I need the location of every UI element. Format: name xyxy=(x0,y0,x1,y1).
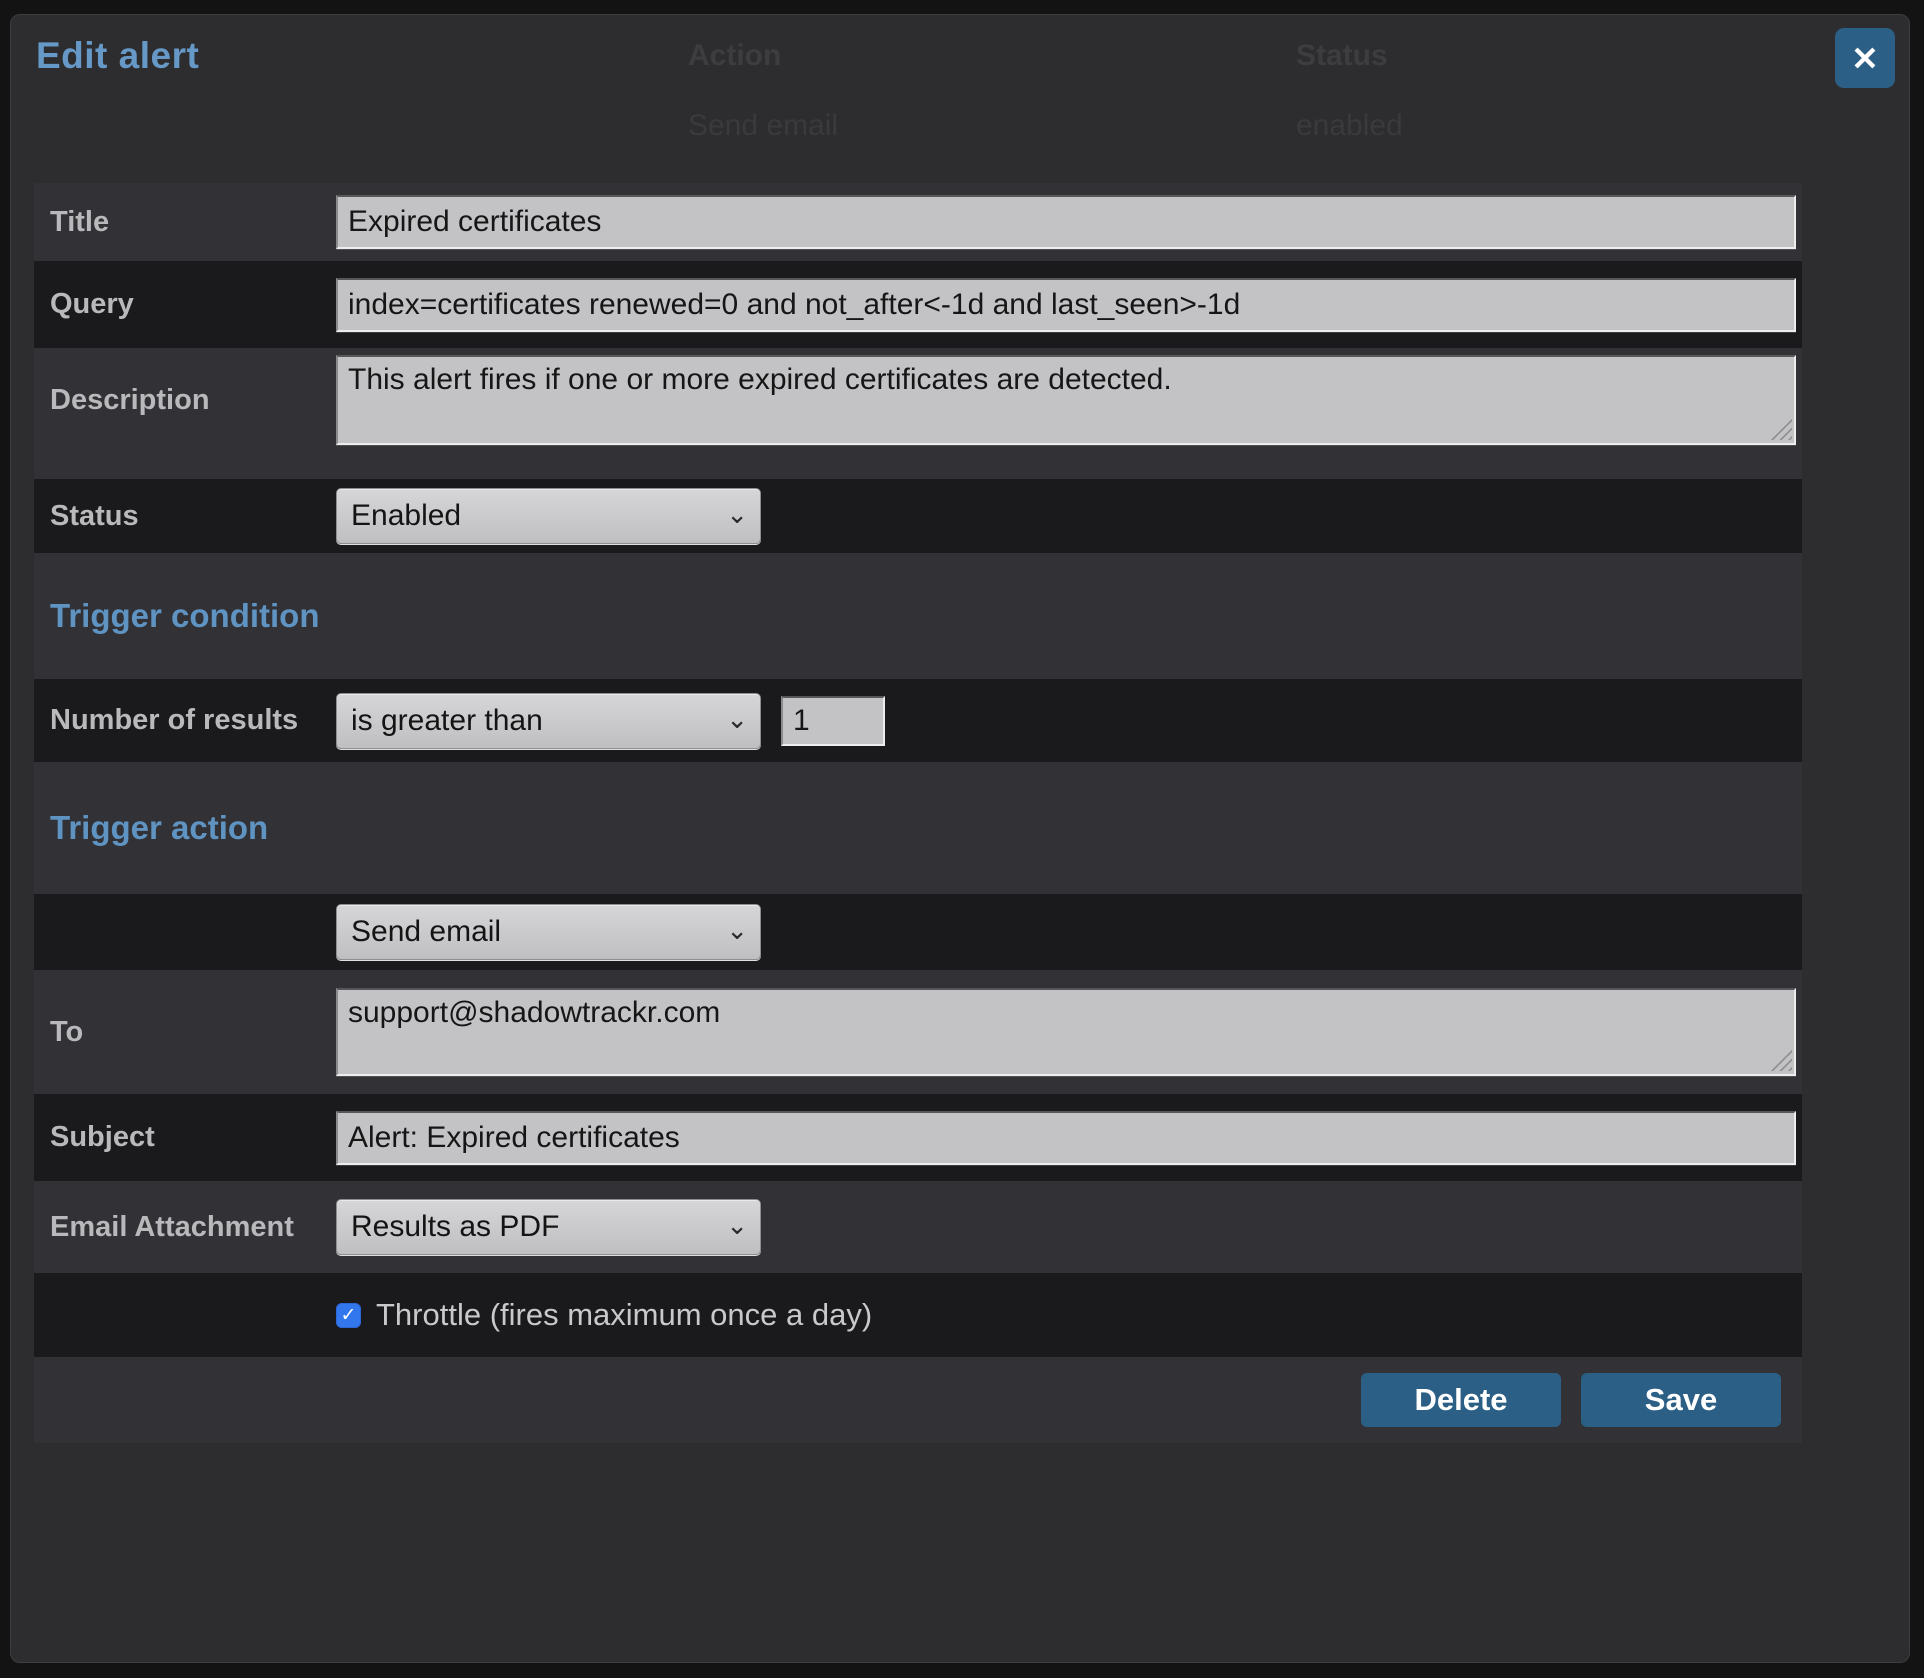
to-label: To xyxy=(34,1016,336,1049)
checkmark-icon: ✓ xyxy=(341,1304,357,1327)
description-row: Description This alert fires if one or m… xyxy=(34,348,1802,452)
subject-input[interactable] xyxy=(336,1111,1796,1165)
status-select[interactable]: Enabled ⌄ xyxy=(336,488,761,544)
title-row: Title xyxy=(34,183,1802,261)
background-table-value-action: Send email xyxy=(688,107,838,145)
chevron-down-icon: ⌄ xyxy=(726,501,748,527)
edit-alert-dialog: Action Status Send email enabled Edit al… xyxy=(10,14,1910,1663)
action-select-value: Send email xyxy=(351,915,501,949)
close-icon: ✕ xyxy=(1851,39,1879,78)
number-of-results-row: Number of results is greater than ⌄ xyxy=(34,679,1802,762)
edit-alert-form: Title Query Description This alert fires… xyxy=(34,183,1802,1443)
action-row: Send email ⌄ xyxy=(34,894,1802,970)
threshold-input[interactable] xyxy=(781,696,885,746)
description-label: Description xyxy=(34,384,336,417)
title-input[interactable] xyxy=(336,195,1796,249)
status-select-value: Enabled xyxy=(351,499,461,533)
operator-select[interactable]: is greater than ⌄ xyxy=(336,693,761,749)
trigger-condition-heading: Trigger condition xyxy=(50,597,320,635)
button-row: Delete Save xyxy=(34,1357,1802,1443)
description-textarea[interactable]: This alert fires if one or more expired … xyxy=(336,355,1796,445)
chevron-down-icon: ⌄ xyxy=(726,705,748,731)
trigger-action-section: Trigger action xyxy=(34,762,1802,894)
background-table-header-action: Action xyxy=(688,37,781,75)
title-label: Title xyxy=(34,206,336,239)
chevron-down-icon: ⌄ xyxy=(726,917,748,943)
action-select[interactable]: Send email ⌄ xyxy=(336,904,761,960)
email-attachment-label: Email Attachment xyxy=(34,1211,336,1244)
throttle-checkbox[interactable]: ✓ xyxy=(336,1303,361,1328)
throttle-row: ✓ Throttle (fires maximum once a day) xyxy=(34,1273,1802,1357)
trigger-action-heading: Trigger action xyxy=(50,809,268,847)
chevron-down-icon: ⌄ xyxy=(726,1212,748,1238)
delete-button[interactable]: Delete xyxy=(1361,1373,1561,1427)
trigger-condition-section: Trigger condition xyxy=(34,553,1802,679)
query-label: Query xyxy=(34,288,336,321)
spacer xyxy=(34,452,1802,479)
subject-row: Subject xyxy=(34,1094,1802,1181)
status-row: Status Enabled ⌄ xyxy=(34,479,1802,553)
background-table-header-status: Status xyxy=(1296,37,1388,75)
to-row: To support@shadowtrackr.com xyxy=(34,970,1802,1094)
attachment-select-value: Results as PDF xyxy=(351,1210,559,1244)
dialog-title: Edit alert xyxy=(36,35,199,77)
to-textarea[interactable]: support@shadowtrackr.com xyxy=(336,988,1796,1076)
operator-select-value: is greater than xyxy=(351,704,543,738)
background-table-value-status: enabled xyxy=(1296,107,1403,145)
attachment-select[interactable]: Results as PDF ⌄ xyxy=(336,1199,761,1255)
close-button[interactable]: ✕ xyxy=(1835,28,1895,88)
throttle-checkbox-label: Throttle (fires maximum once a day) xyxy=(376,1297,872,1333)
query-input[interactable] xyxy=(336,278,1796,332)
subject-label: Subject xyxy=(34,1121,336,1154)
number-of-results-label: Number of results xyxy=(34,704,336,737)
save-button[interactable]: Save xyxy=(1581,1373,1781,1427)
status-label: Status xyxy=(34,500,336,533)
email-attachment-row: Email Attachment Results as PDF ⌄ xyxy=(34,1181,1802,1273)
query-row: Query xyxy=(34,261,1802,348)
